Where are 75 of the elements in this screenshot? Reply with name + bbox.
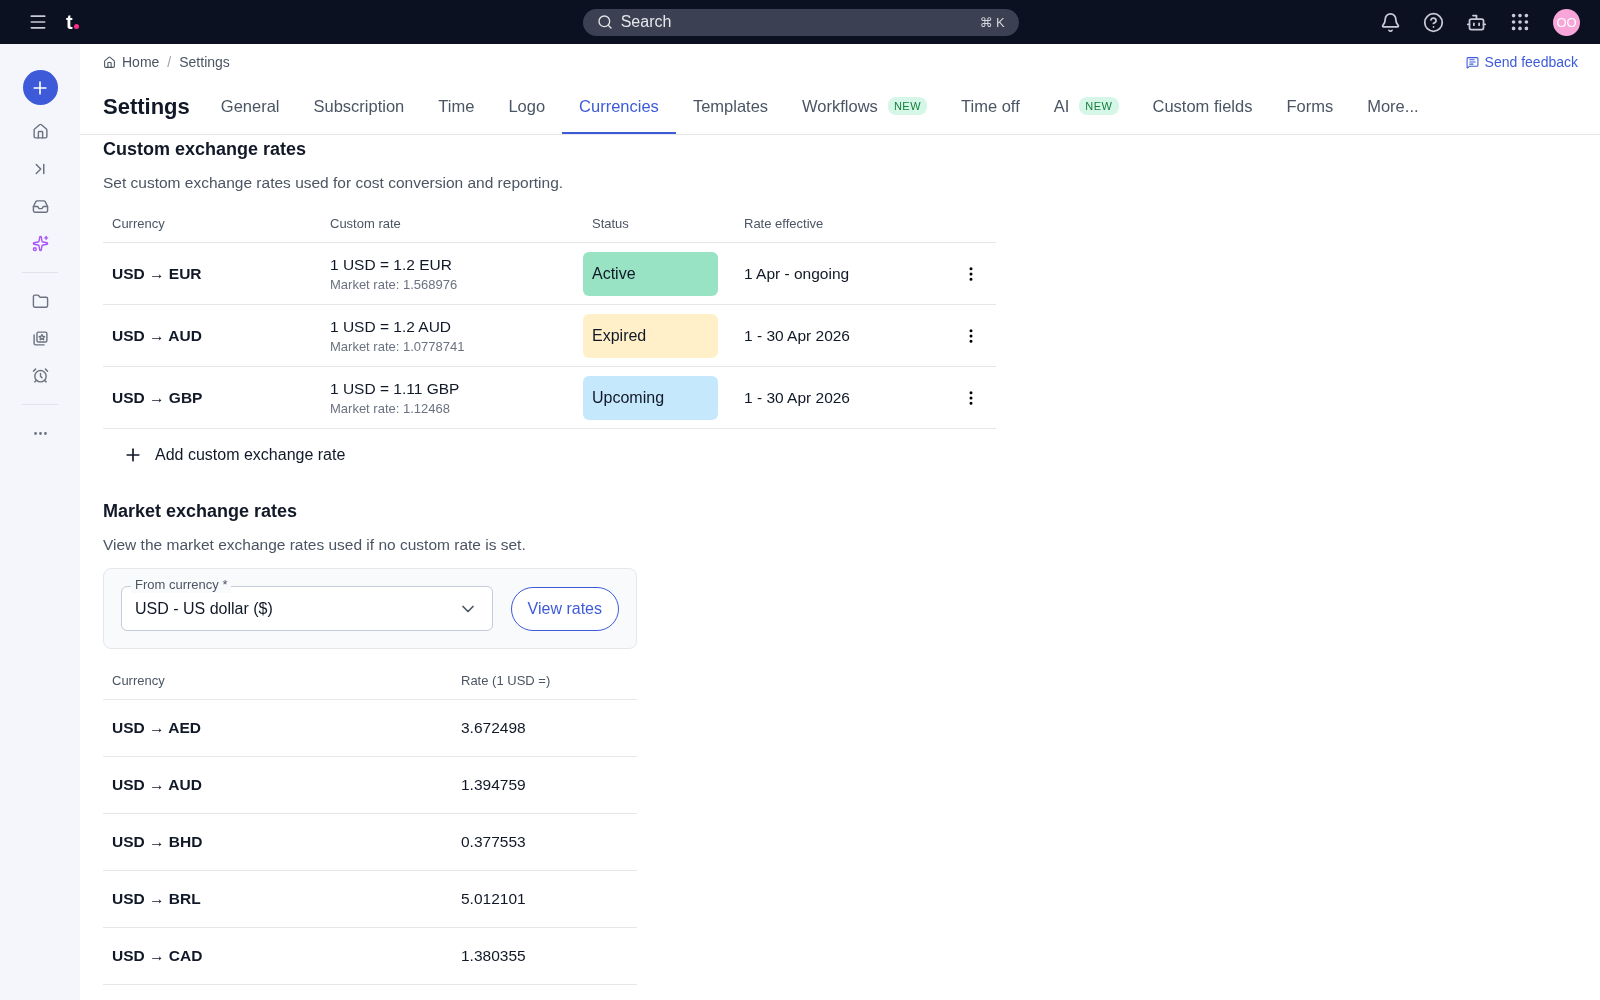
column-header: Currency [103,663,452,700]
currency-pair: USD → AED [112,719,202,737]
settings-tab[interactable]: Time [421,80,492,134]
column-header: Custom rate [321,206,583,243]
search-icon [596,14,613,30]
section-description: View the market exchange rates used if no custom rate is set. [103,536,527,554]
custom-rate: 1 USD = 1.11 GBP [330,379,461,398]
custom-rate: 1 USD = 1.2 EUR [330,255,453,274]
currency-pair: USD → AUD [112,326,203,345]
view-rates-button[interactable]: View rates [510,586,619,631]
settings-tab[interactable]: Time off [944,80,1037,134]
column-header: Status [583,206,735,243]
status-badge: Expired [583,313,718,358]
status-badge: Upcoming [583,375,718,420]
sparkle-icon[interactable] [31,235,49,252]
bell-icon[interactable] [1380,11,1401,33]
home-icon[interactable] [31,123,49,140]
section-title: Market exchange rates [103,501,299,522]
logo[interactable]: t [66,10,79,34]
chat-icon [1465,55,1479,69]
section-title: Custom exchange rates [103,139,308,160]
feedback-link[interactable]: Send feedback [1484,54,1578,70]
settings-tab[interactable]: Forms [1269,80,1351,134]
apps-grid-icon[interactable] [1509,11,1531,33]
column-header: Rate (1 USD =) [452,663,637,700]
column-header: Currency [103,206,321,243]
settings-tab[interactable]: General [203,80,297,134]
add-rate-button[interactable]: Add custom exchange rate [103,429,366,481]
currency-pair: USD → CAD [112,947,204,965]
help-icon[interactable] [1423,11,1444,33]
currency-pair: USD → GBP [112,388,204,407]
status-badge: Active [583,251,718,296]
rate-effective: 1 Apr - ongoing [744,264,850,283]
search-input[interactable]: Search [618,12,974,32]
field-label: From currency * [131,577,232,593]
exchange-rate: 5.012101 [461,890,527,908]
column-header: Rate effective [735,206,996,243]
settings-tab[interactable]: More... [1350,80,1436,134]
settings-tab[interactable]: Logo [491,80,563,134]
new-badge: NEW [1079,97,1119,115]
exchange-rate: 3.672498 [461,719,527,737]
inbox-icon[interactable] [31,198,49,215]
section-description: Set custom exchange rates used for cost conversion and reporting. [103,174,565,192]
home-icon [103,55,116,69]
folder-icon[interactable] [31,293,49,310]
settings-tab[interactable]: Custom fields [1135,80,1270,134]
settings-tab[interactable]: Subscription [296,80,422,134]
currency-pair: USD → AUD [112,776,203,794]
exchange-rate: 1.380355 [461,947,527,965]
page-title: Settings [103,94,190,120]
create-button[interactable] [22,70,58,105]
currency-pair: USD → BHD [112,833,204,851]
search-field[interactable]: Search ⌘ K [582,8,1019,36]
breadcrumb-separator: / [167,54,172,70]
breadcrumb-current: Settings [179,54,230,70]
rate-effective: 1 - 30 Apr 2026 [744,388,850,407]
settings-tab[interactable]: Currencies [562,80,676,134]
settings-tab[interactable]: Templates [675,80,786,134]
star-gallery-icon[interactable] [31,330,49,347]
market-rate: Market rate: 1.568976 [330,276,459,292]
menu-icon[interactable] [28,12,48,32]
market-rate: Market rate: 1.12468 [330,400,451,416]
currency-pair: USD → EUR [112,264,203,283]
new-badge: NEW [887,97,928,115]
currency-pair: USD → BRL [112,890,202,908]
breadcrumb-link[interactable]: Home [122,54,160,70]
exchange-rate: 1.394759 [461,776,527,794]
alarm-clock-icon[interactable] [31,367,49,384]
rate-effective: 1 - 30 Apr 2026 [744,326,850,345]
exchange-rate: 0.377553 [461,833,527,851]
settings-tab[interactable]: Workflows NEW [785,80,945,134]
market-rate: Market rate: 1.0778741 [330,338,466,354]
settings-tab[interactable]: AI NEW [1036,80,1136,134]
custom-rate: 1 USD = 1.2 AUD [330,317,453,336]
shortcut-hint: ⌘ K [979,14,1005,30]
